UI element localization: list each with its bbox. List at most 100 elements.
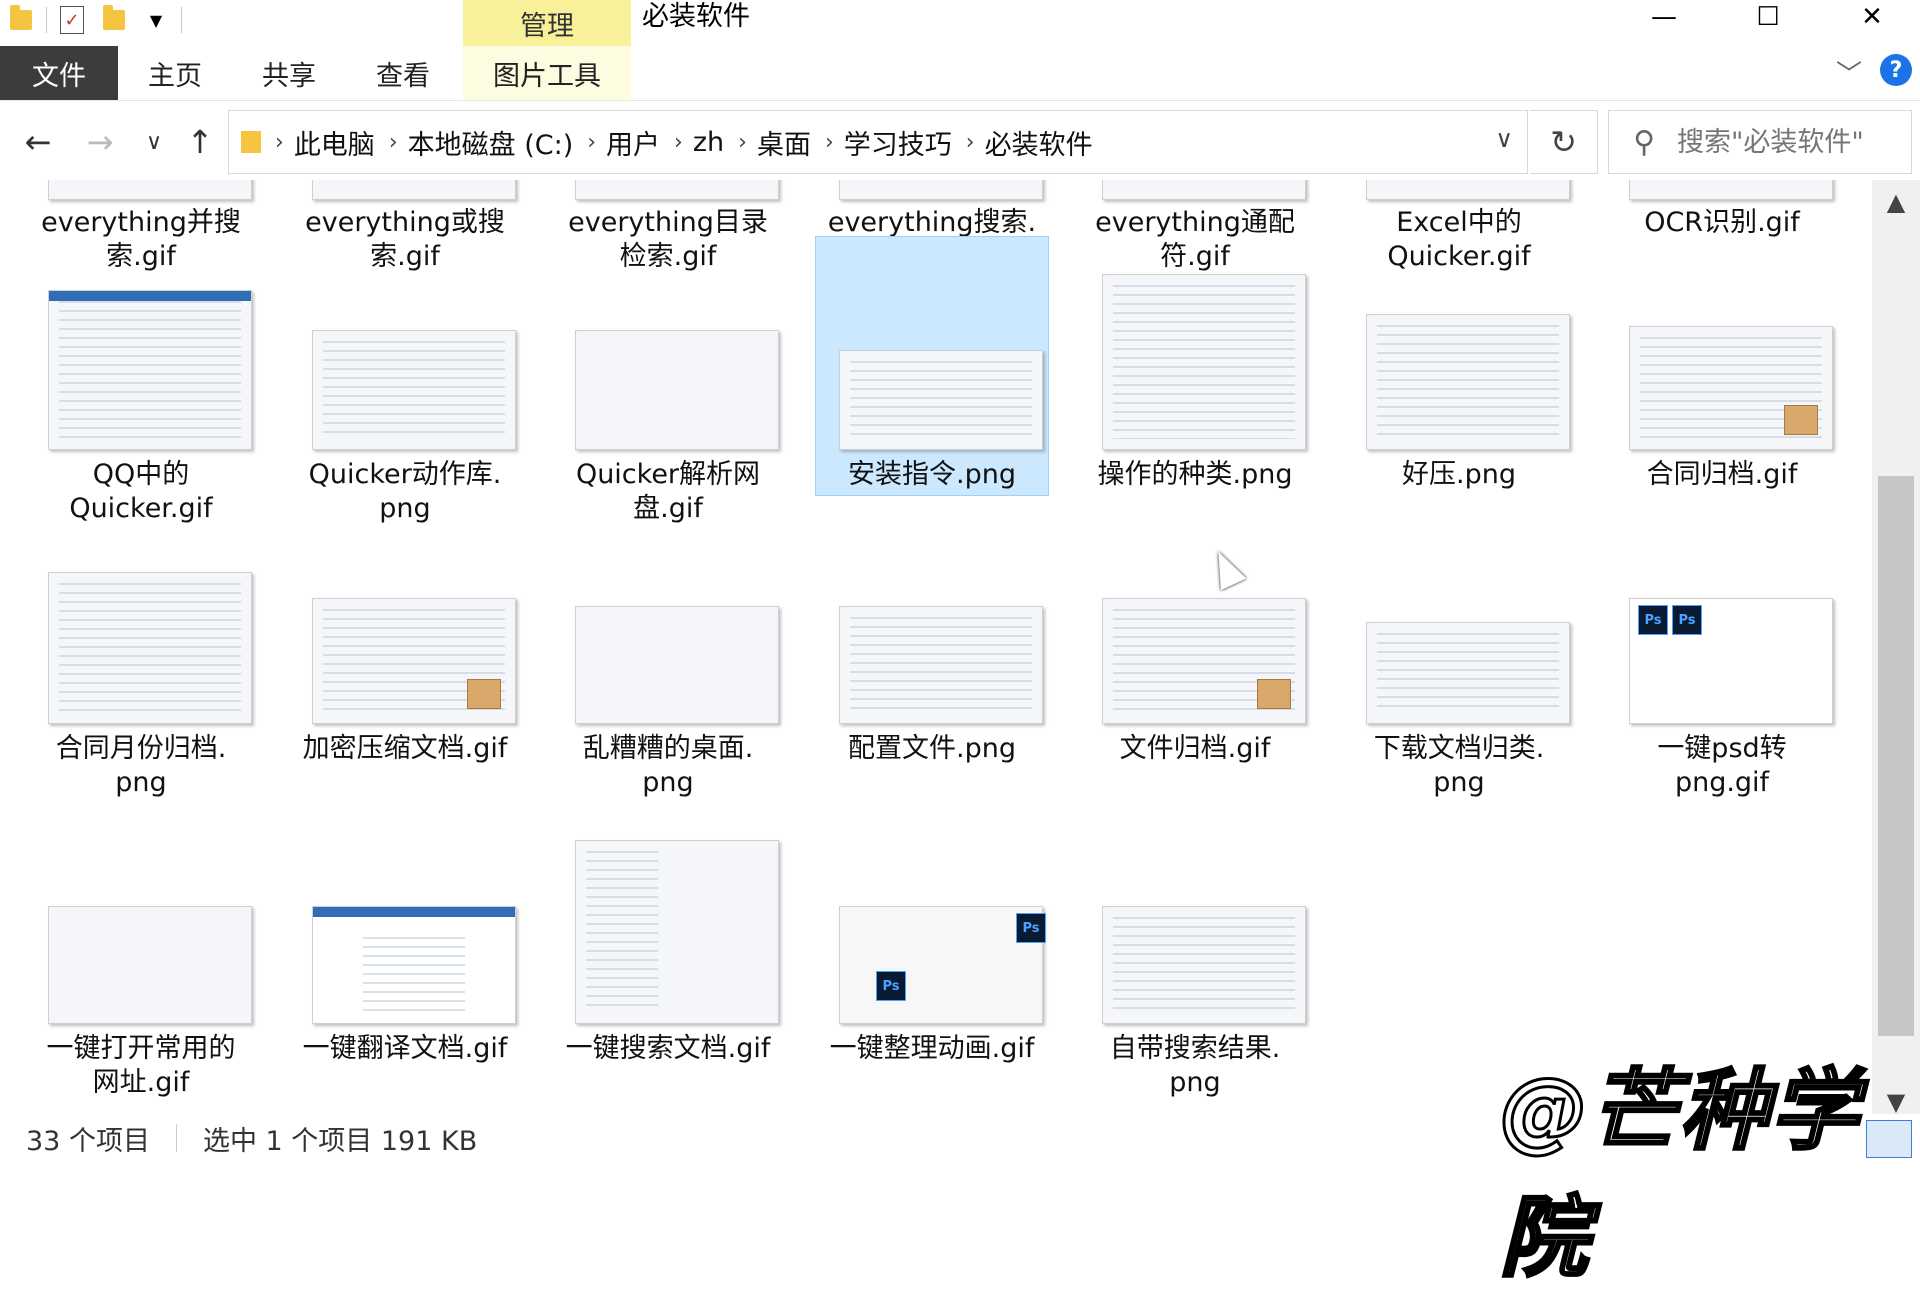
address-dropdown-chevron-icon[interactable]: ∨ [1495, 125, 1513, 153]
file-item[interactable]: 合同归档.gif [1605, 290, 1839, 510]
breadcrumb-zh[interactable]: zh [693, 127, 724, 158]
file-thumbnail [48, 180, 252, 200]
file-thumbnail [312, 598, 516, 724]
minimize-button[interactable]: — [1612, 0, 1716, 34]
breadcrumb-users[interactable]: 用户 [606, 123, 660, 162]
folder-icon [241, 131, 261, 153]
file-item[interactable]: 好压.png [1342, 290, 1576, 510]
photoshop-icon: Ps [876, 971, 906, 1001]
file-item[interactable]: 乱糟糟的桌面. png [551, 592, 785, 812]
folder-icon[interactable] [0, 0, 42, 40]
maximize-button[interactable]: ☐ [1716, 0, 1820, 34]
file-item[interactable]: Ps Ps 一键psd转 png.gif [1605, 592, 1839, 812]
file-item[interactable]: everything通配 符.gif [1078, 180, 1312, 280]
file-item[interactable]: Quicker动作库. png [288, 290, 522, 524]
vertical-scrollbar[interactable]: ▲ ▼ [1872, 180, 1920, 1122]
file-item[interactable]: 操作的种类.png [1078, 274, 1312, 510]
file-name: 一键翻译文档.gif [302, 1033, 508, 1064]
file-thumbnail [48, 906, 252, 1024]
file-item[interactable]: 一键搜索文档.gif [551, 840, 785, 1080]
file-thumbnail [1366, 180, 1570, 200]
back-arrow-icon[interactable]: ← [16, 118, 60, 166]
tab-view[interactable]: 查看 [358, 46, 448, 100]
recent-locations-chevron-icon[interactable]: ∨ [132, 118, 176, 166]
file-thumbnail [48, 572, 252, 724]
expand-ribbon-chevron-icon[interactable]: ﹀ [1836, 54, 1862, 91]
title-bar: ✓ ▼ 管理 必装软件 — ☐ ✕ [0, 0, 1920, 46]
breadcrumb-must-have-software[interactable]: 必装软件 [985, 123, 1093, 162]
search-icon: ⚲ [1633, 124, 1655, 160]
file-name: Quicker解析网 [575, 459, 761, 490]
file-item[interactable]: QQ中的 Quicker.gif [24, 290, 258, 524]
file-name: everything或搜 [305, 207, 505, 238]
file-thumbnail [575, 180, 779, 200]
archive-box-icon [1257, 679, 1291, 709]
file-name: Excel中的 [1396, 207, 1522, 238]
file-thumbnail [1366, 622, 1570, 724]
file-name: 一键搜索文档.gif [565, 1033, 771, 1064]
file-name: 一键psd转 [1657, 733, 1787, 764]
new-folder-icon[interactable] [93, 0, 135, 40]
file-item[interactable]: everything目录 检索.gif [551, 180, 785, 280]
forward-arrow-icon[interactable]: → [78, 118, 122, 166]
file-item[interactable]: 自带搜索结果. png [1078, 840, 1312, 1098]
file-item[interactable]: 加密压缩文档.gif [288, 592, 522, 812]
file-thumbnail [839, 180, 1043, 200]
navigation-bar: ← → ∨ ↑ › 此电脑 › 本地磁盘 (C:) › 用户 › zh › 桌面… [0, 108, 1920, 176]
breadcrumb-study-tips[interactable]: 学习技巧 [844, 123, 952, 162]
file-name: 文件归档.gif [1119, 733, 1271, 764]
tab-picture-tools[interactable]: 图片工具 [463, 46, 631, 100]
selection-info: 选中 1 个项目 191 KB [202, 1125, 478, 1157]
customize-toolbar-dropdown-icon[interactable]: ▼ [135, 0, 177, 40]
file-item[interactable]: OCR识别.gif [1605, 180, 1839, 280]
tab-share[interactable]: 共享 [244, 46, 334, 100]
up-arrow-icon[interactable]: ↑ [178, 118, 222, 166]
breadcrumb-desktop[interactable]: 桌面 [757, 123, 811, 162]
file-item[interactable]: Ps Ps 一键整理动画.gif [815, 840, 1049, 1080]
file-name: everything目录 [568, 207, 768, 238]
file-item[interactable]: everything并搜 索.gif [24, 180, 258, 280]
tab-file[interactable]: 文件 [0, 46, 118, 100]
tab-home[interactable]: 主页 [130, 46, 220, 100]
file-item[interactable]: 文件归档.gif [1078, 592, 1312, 812]
file-name: 一键整理动画.gif [829, 1033, 1035, 1064]
file-item-selected[interactable]: 安装指令.png [815, 236, 1049, 510]
help-icon[interactable]: ? [1880, 54, 1912, 86]
close-button[interactable]: ✕ [1820, 0, 1920, 34]
file-item[interactable]: 配置文件.png [815, 592, 1049, 812]
file-item[interactable]: Excel中的 Quicker.gif [1342, 180, 1576, 280]
properties-icon[interactable]: ✓ [51, 0, 93, 40]
search-input[interactable] [1674, 125, 1899, 159]
scrollbar-thumb[interactable] [1878, 476, 1914, 1036]
refresh-icon[interactable]: ↻ [1530, 110, 1598, 174]
file-thumbnail [1366, 314, 1570, 450]
file-name: Quicker动作库. [308, 459, 502, 490]
file-item[interactable]: 下载文档归类. png [1342, 592, 1576, 812]
file-thumbnail [575, 606, 779, 724]
file-item[interactable]: everything或搜 索.gif [288, 180, 522, 280]
search-box[interactable]: ⚲ [1608, 110, 1912, 174]
file-name: 好压.png [1402, 459, 1516, 490]
file-name: 合同月份归档. [55, 733, 227, 764]
mouse-cursor-icon [1205, 545, 1247, 591]
file-item[interactable]: 一键打开常用的 网址.gif [24, 840, 258, 1098]
window-title: 必装软件 [642, 1, 750, 32]
context-tab-manage[interactable]: 管理 [463, 0, 631, 46]
file-item[interactable]: 一键翻译文档.gif [288, 840, 522, 1080]
address-bar[interactable]: › 此电脑 › 本地磁盘 (C:) › 用户 › zh › 桌面 › 学习技巧 … [228, 110, 1528, 174]
file-item[interactable]: Quicker解析网 盘.gif [551, 290, 785, 524]
breadcrumb-local-disk[interactable]: 本地磁盘 (C:) [408, 123, 574, 162]
file-view[interactable]: everything并搜 索.gif everything或搜 索.gif ever… [0, 180, 1872, 1122]
breadcrumb-this-pc[interactable]: 此电脑 [294, 123, 375, 162]
file-thumbnail [1102, 274, 1306, 450]
file-name: 加密压缩文档.gif [302, 733, 508, 764]
file-name: everything并搜 [41, 207, 241, 238]
scroll-up-arrow-icon[interactable]: ▲ [1872, 188, 1920, 216]
file-name: 配置文件.png [848, 733, 1016, 764]
photoshop-icon: Ps [1016, 913, 1046, 943]
file-name: 乱糟糟的桌面. [582, 733, 754, 764]
file-name: everything搜索. [827, 207, 1037, 238]
file-thumbnail: Ps Ps [1629, 598, 1833, 724]
file-item[interactable]: 合同月份归档. png [24, 572, 258, 812]
file-thumbnail [312, 330, 516, 450]
